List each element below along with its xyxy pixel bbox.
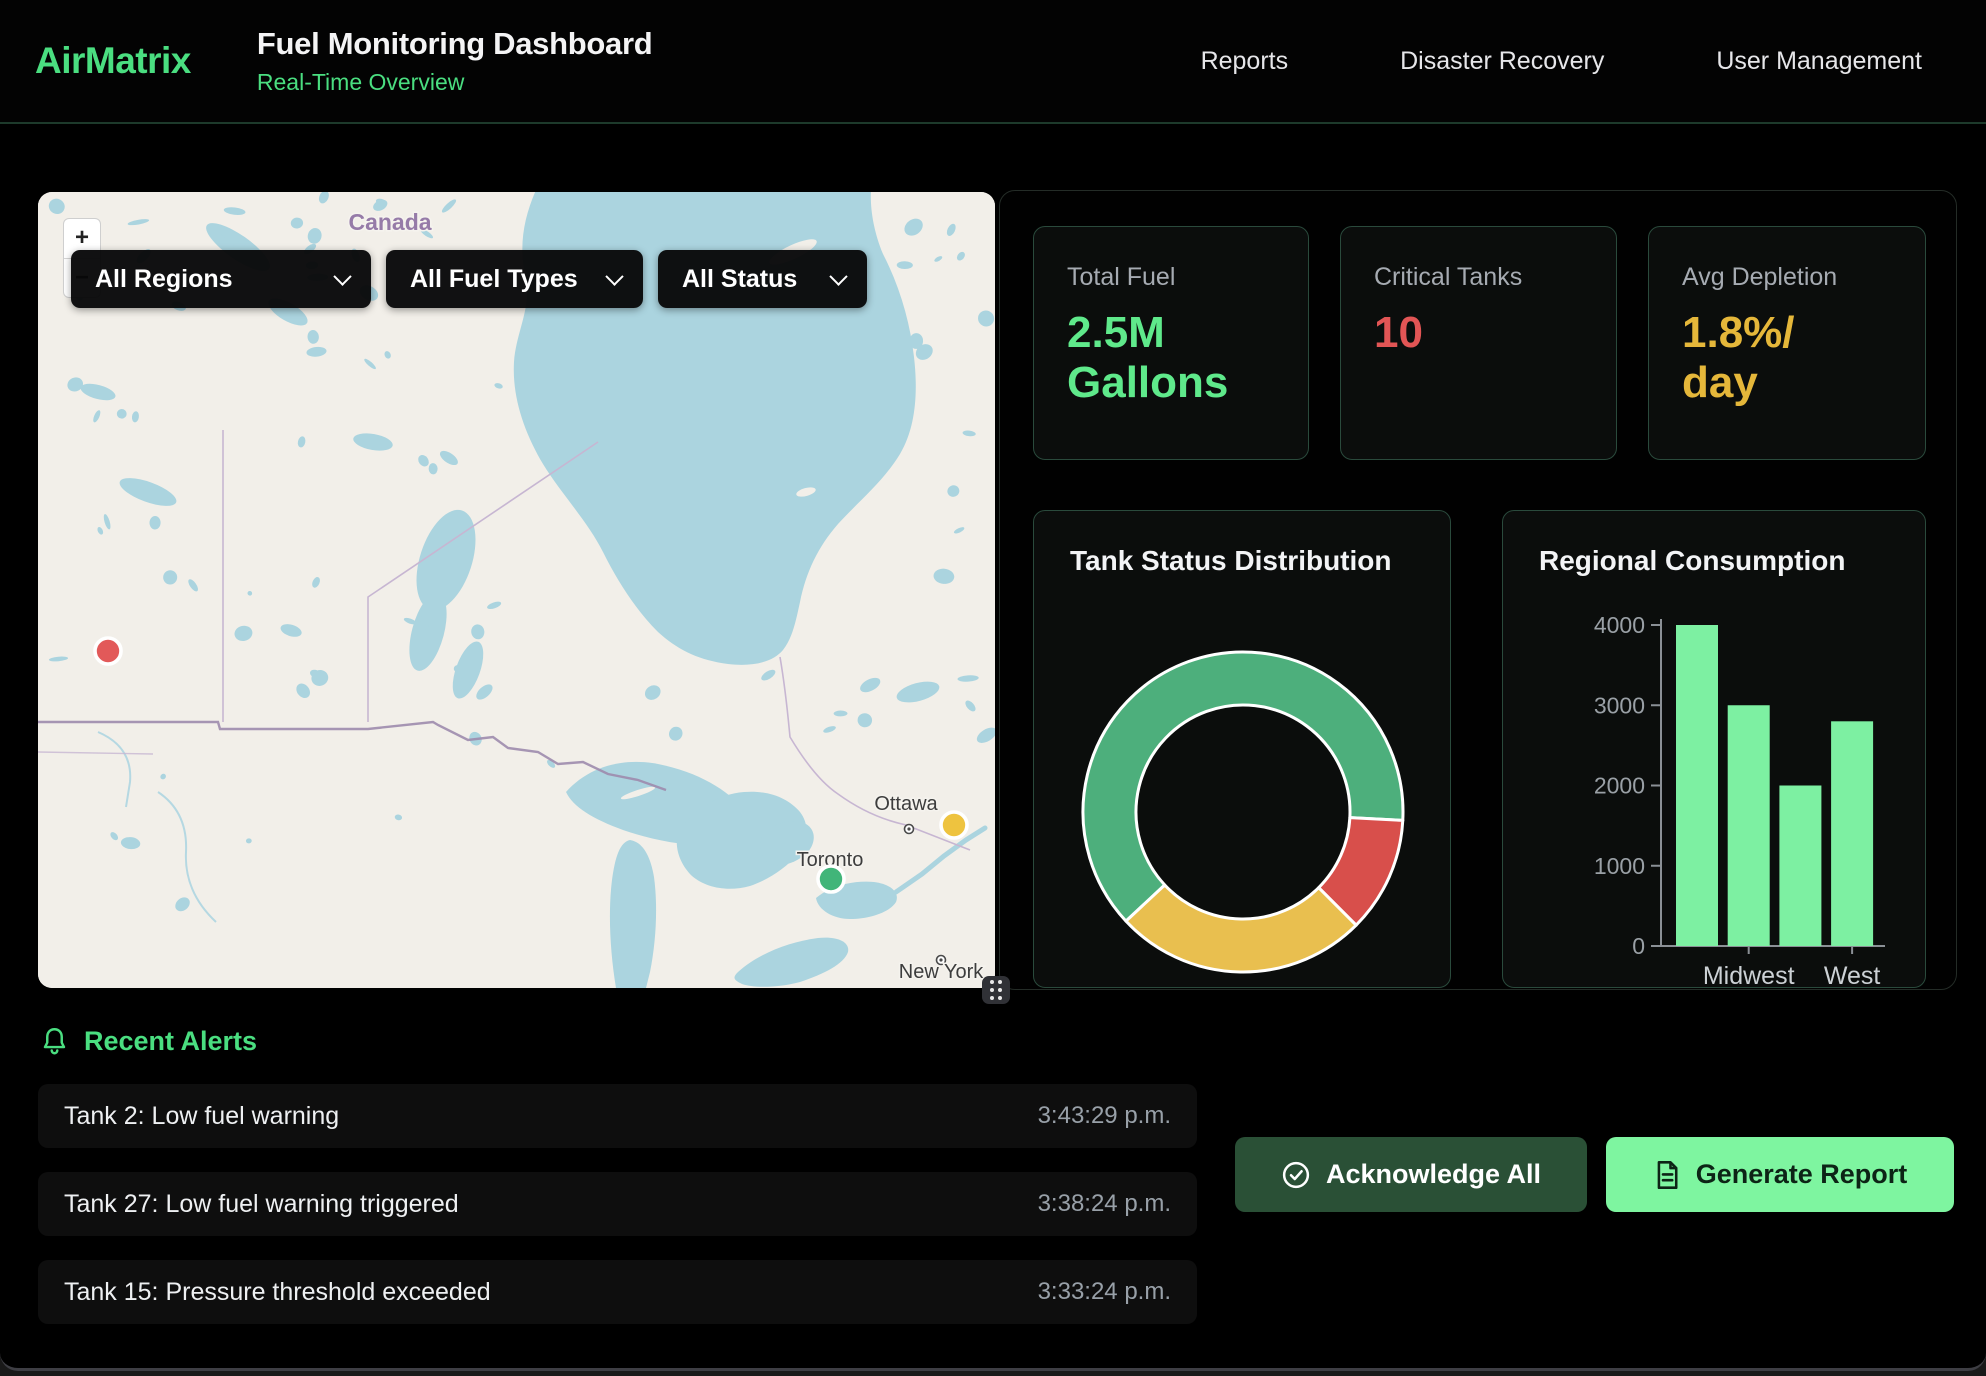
- app-window: AirMatrix Fuel Monitoring Dashboard Real…: [0, 0, 1986, 1371]
- alert-row[interactable]: Tank 27: Low fuel warning triggered 3:38…: [38, 1172, 1197, 1236]
- nav-user-management[interactable]: User Management: [1716, 47, 1922, 76]
- chevron-down-icon: [829, 267, 847, 285]
- regional-consumption-chart-card: Regional Consumption 0 1000 2000 3000 4000 Mi…: [1502, 510, 1926, 988]
- bar-West: [1831, 721, 1873, 946]
- bar-region-1: [1676, 625, 1718, 946]
- yellow-segment: [1126, 885, 1356, 972]
- map-canvas[interactable]: CanadaOttawaTorontoNew York: [38, 192, 995, 988]
- alert-message: Tank 27: Low fuel warning triggered: [64, 1190, 459, 1219]
- page-subtitle: Real-Time Overview: [257, 69, 653, 96]
- nav-disaster-recovery[interactable]: Disaster Recovery: [1400, 47, 1604, 76]
- status-filter-dropdown[interactable]: All Status: [658, 250, 867, 308]
- map-filters: All Regions All Fuel Types All Status: [71, 250, 867, 308]
- bar-Midwest: [1728, 705, 1770, 946]
- map-resize-handle[interactable]: [982, 976, 1010, 1004]
- chart-title: Regional Consumption: [1539, 545, 1845, 577]
- svg-text:0: 0: [1632, 933, 1645, 959]
- chevron-down-icon: [605, 267, 623, 285]
- svg-text:4000: 4000: [1594, 612, 1645, 638]
- app-logo: AirMatrix: [35, 40, 191, 82]
- chevron-down-icon: [333, 267, 351, 285]
- svg-text:2000: 2000: [1594, 773, 1645, 799]
- header: AirMatrix Fuel Monitoring Dashboard Real…: [0, 0, 1986, 124]
- metrics-panel: Total Fuel 2.5M Gallons Critical Tanks 1…: [999, 190, 1957, 990]
- title-block: Fuel Monitoring Dashboard Real-Time Over…: [257, 26, 653, 96]
- main-nav: Reports Disaster Recovery User Managemen…: [1201, 47, 1986, 76]
- map[interactable]: CanadaOttawaTorontoNew York + − All Regi…: [38, 192, 995, 988]
- fuel-type-filter-value: All Fuel Types: [410, 265, 578, 294]
- status-filter-value: All Status: [682, 265, 797, 294]
- svg-text:West: West: [1824, 962, 1881, 988]
- alert-message: Tank 15: Pressure threshold exceeded: [64, 1278, 491, 1307]
- alert-message: Tank 2: Low fuel warning: [64, 1102, 339, 1131]
- svg-text:1000: 1000: [1594, 853, 1645, 879]
- report-document-icon: [1653, 1160, 1681, 1190]
- alert-time: 3:43:29 p.m.: [1038, 1102, 1171, 1130]
- alert-row[interactable]: Tank 2: Low fuel warning 3:43:29 p.m.: [38, 1084, 1197, 1148]
- chart-title: Tank Status Distribution: [1070, 545, 1392, 577]
- stat-label: Critical Tanks: [1374, 263, 1596, 292]
- tank-marker-critical[interactable]: [95, 638, 121, 664]
- stat-card-total-fuel: Total Fuel 2.5M Gallons: [1033, 226, 1309, 460]
- alerts-title: Recent Alerts: [84, 1026, 257, 1057]
- map-label-new-york: New York: [899, 961, 984, 983]
- stat-value: 2.5M Gallons: [1067, 308, 1288, 407]
- alert-time: 3:33:24 p.m.: [1038, 1278, 1171, 1306]
- generate-report-label: Generate Report: [1696, 1159, 1908, 1190]
- svg-text:Midwest: Midwest: [1703, 962, 1795, 988]
- stat-value: 1.8%/ day: [1682, 308, 1905, 407]
- stat-value: 10: [1374, 308, 1596, 358]
- fuel-monitoring-dashboard: AirMatrix Fuel Monitoring Dashboard Real…: [0, 0, 1986, 1376]
- acknowledge-all-label: Acknowledge All: [1326, 1159, 1541, 1190]
- bar-region-3: [1779, 786, 1821, 947]
- bar-chart: 0 1000 2000 3000 4000 Midwest West: [1503, 511, 1926, 988]
- nav-reports[interactable]: Reports: [1201, 47, 1289, 76]
- map-label-canada: Canada: [348, 209, 431, 235]
- region-filter-dropdown[interactable]: All Regions: [71, 250, 371, 308]
- tank-status-chart-card: Tank Status Distribution: [1033, 510, 1451, 988]
- stat-card-avg-depletion: Avg Depletion 1.8%/ day: [1648, 226, 1926, 460]
- bell-icon: [41, 1027, 68, 1056]
- donut-chart: [1034, 511, 1451, 988]
- fuel-type-filter-dropdown[interactable]: All Fuel Types: [386, 250, 643, 308]
- stat-label: Total Fuel: [1067, 263, 1288, 292]
- map-label-ottawa: Ottawa: [874, 793, 938, 815]
- alerts-header: Recent Alerts: [41, 1026, 257, 1057]
- acknowledge-all-button[interactable]: Acknowledge All: [1235, 1137, 1587, 1212]
- generate-report-button[interactable]: Generate Report: [1606, 1137, 1954, 1212]
- page-title: Fuel Monitoring Dashboard: [257, 26, 653, 62]
- alert-time: 3:38:24 p.m.: [1038, 1190, 1171, 1218]
- tank-marker-normal[interactable]: [818, 866, 844, 892]
- svg-text:3000: 3000: [1594, 692, 1645, 718]
- stat-label: Avg Depletion: [1682, 263, 1905, 292]
- tank-marker-warning[interactable]: [941, 812, 967, 838]
- alert-row[interactable]: Tank 15: Pressure threshold exceeded 3:3…: [38, 1260, 1197, 1324]
- region-filter-value: All Regions: [95, 265, 233, 294]
- stat-card-critical-tanks: Critical Tanks 10: [1340, 226, 1617, 460]
- circle-check-icon: [1281, 1160, 1311, 1190]
